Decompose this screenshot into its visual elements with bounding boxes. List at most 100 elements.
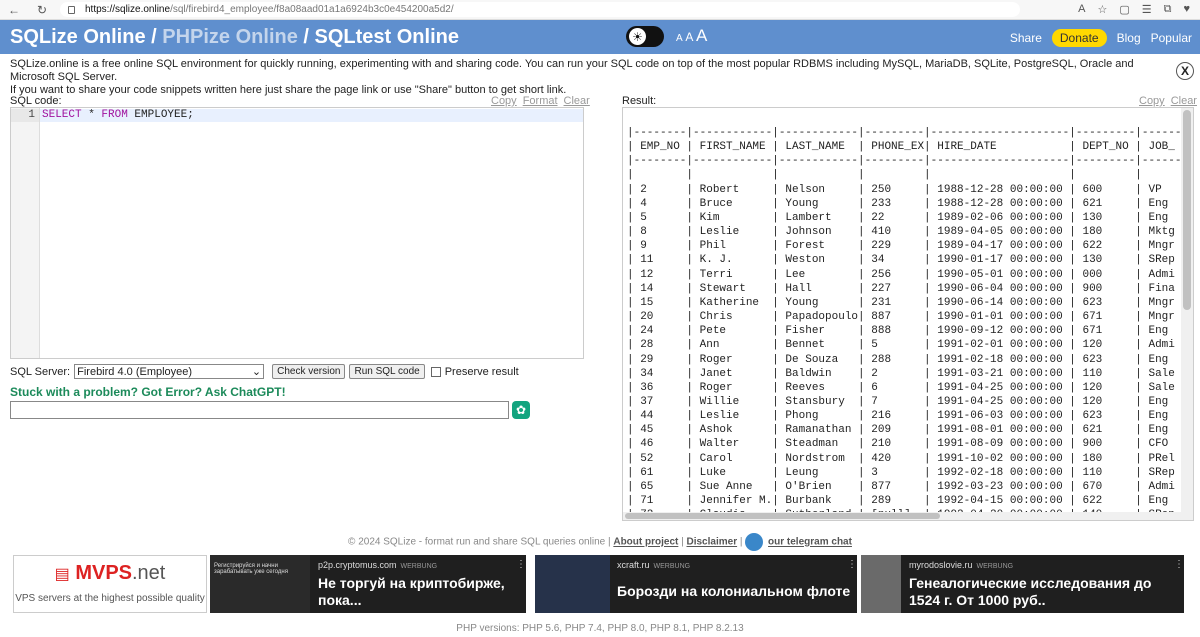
ad-source: p2p.cryptomus.com WERBUNG bbox=[318, 560, 438, 570]
sql-token: EMPLOYEE; bbox=[127, 109, 194, 121]
popular-link[interactable]: Popular bbox=[1151, 31, 1192, 45]
telegram-link[interactable]: our telegram chat bbox=[768, 537, 852, 548]
table-separator: |--------|------------|------------|----… bbox=[627, 127, 1182, 139]
table-row: | 8 | Leslie | Johnson | 410 | 1989-04-0… bbox=[627, 226, 1182, 239]
phpize-link[interactable]: PHPize Online bbox=[162, 26, 298, 48]
favorites-icon[interactable]: ☰ bbox=[1142, 3, 1152, 16]
address-bar[interactable]: https://sqlize.online/sql/firebird4_empl… bbox=[60, 2, 1020, 17]
font-small-button[interactable]: A bbox=[676, 33, 683, 44]
brand-separator: / bbox=[297, 25, 315, 48]
table-row: | 20 | Chris | Papadopoulo| 887 | 1990-0… bbox=[627, 311, 1182, 324]
extensions-icon[interactable]: ♥ bbox=[1183, 3, 1190, 16]
split-screen-icon[interactable]: ▢ bbox=[1119, 3, 1129, 16]
chatgpt-heading: Stuck with a problem? Got Error? Ask Cha… bbox=[10, 385, 286, 399]
ad-source: xcraft.ru WERBUNG bbox=[617, 560, 691, 570]
collections-icon[interactable]: ⧉ bbox=[1164, 3, 1172, 16]
mvps-logo: ▤ MVPS.net bbox=[54, 562, 166, 584]
browser-toolbar: ← ↻ https://sqlize.online/sql/firebird4_… bbox=[0, 0, 1200, 20]
ad-title: Генеалогические исследования до 1524 г. … bbox=[909, 575, 1152, 608]
copy-result-link[interactable]: Copy bbox=[1139, 95, 1165, 107]
share-link[interactable]: Share bbox=[1010, 31, 1042, 45]
chatgpt-icon[interactable]: ✿ bbox=[512, 401, 530, 419]
donate-button[interactable]: Donate bbox=[1051, 29, 1107, 47]
ad-thumbnail: Регистрируйся и начни зарабатывать уже с… bbox=[210, 555, 310, 613]
table-row: | 2 | Robert | Nelson | 250 | 1988-12-28… bbox=[627, 183, 1182, 196]
blog-link[interactable]: Blog bbox=[1117, 31, 1141, 45]
vertical-scrollbar[interactable] bbox=[1181, 108, 1193, 520]
telegram-icon bbox=[745, 533, 764, 551]
table-separator: |--------|------------|------------|----… bbox=[627, 155, 1182, 168]
back-arrow-icon[interactable]: ← bbox=[6, 3, 22, 17]
more-icon[interactable]: ⋮ bbox=[516, 559, 526, 570]
brand-separator: / bbox=[145, 25, 163, 48]
table-row: | 28 | Ann | Bennet | 5 | 1991-02-01 00:… bbox=[627, 339, 1182, 352]
more-icon[interactable]: ⋮ bbox=[1174, 559, 1184, 570]
sql-keyword: FROM bbox=[101, 109, 128, 121]
ad-cryptomus[interactable]: Регистрируйся и начни зарабатывать уже с… bbox=[210, 555, 526, 613]
result-table: |--------|------------|------------|----… bbox=[627, 126, 1182, 520]
url-path: /sql/firebird4_employee/f8a08aad01a1a692… bbox=[170, 4, 454, 15]
about-project-link[interactable]: About project bbox=[613, 537, 678, 548]
preserve-result-checkbox[interactable] bbox=[430, 366, 441, 377]
format-sql-link[interactable]: Format bbox=[523, 95, 558, 107]
result-panel[interactable]: |--------|------------|------------|----… bbox=[622, 107, 1194, 521]
table-row: | 34 | Janet | Baldwin | 2 | 1991-03-21 … bbox=[627, 367, 1182, 380]
code-line[interactable]: SELECT * FROM EMPLOYEE; bbox=[40, 109, 583, 122]
table-row: | 9 | Phil | Forest | 229 | 1989-04-17 0… bbox=[627, 240, 1182, 253]
ad-title: Не торгуй на криптобирже, пока... bbox=[318, 575, 505, 608]
close-intro-button[interactable]: X bbox=[1176, 62, 1194, 80]
footer: © 2024 SQLize - format run and share SQL… bbox=[0, 533, 1200, 551]
sql-editor[interactable]: 1 SELECT * FROM EMPLOYEE; bbox=[10, 107, 584, 359]
result-label: Result: bbox=[622, 95, 657, 107]
clear-sql-link[interactable]: Clear bbox=[564, 95, 590, 107]
table-row: | 71 | Jennifer M.| Burbank | 289 | 1992… bbox=[627, 495, 1182, 508]
ad-myrodoslovie[interactable]: myrodoslovie.ru WERBUNG Генеалогические и… bbox=[861, 555, 1184, 613]
table-row: | 11 | K. J. | Weston | 34 | 1990-01-17 … bbox=[627, 254, 1182, 267]
copy-sql-link[interactable]: Copy bbox=[491, 95, 517, 107]
sql-server-select[interactable]: Firebird 4.0 (Employee) ⌄ bbox=[74, 364, 265, 379]
more-icon[interactable]: ⋮ bbox=[847, 559, 857, 570]
line-gutter bbox=[11, 108, 40, 358]
ad-thumbnail bbox=[861, 555, 901, 613]
mvps-tagline: VPS servers at the highest possible qual… bbox=[15, 593, 205, 604]
table-row: | 24 | Pete | Fisher | 888 | 1990-09-12 … bbox=[627, 325, 1182, 338]
table-row: | 14 | Stewart | Hall | 227 | 1990-06-04… bbox=[627, 282, 1182, 295]
table-row: | 15 | Katherine | Young | 231 | 1990-06… bbox=[627, 296, 1182, 309]
ad-mvps[interactable]: ▤ MVPS.net VPS servers at the highest po… bbox=[13, 555, 207, 613]
chatgpt-input[interactable] bbox=[10, 401, 509, 419]
font-medium-button[interactable]: A bbox=[685, 30, 692, 44]
table-row: | 44 | Leslie | Phong | 216 | 1991-06-03… bbox=[627, 410, 1182, 423]
table-row: | 46 | Walter | Steadman | 210 | 1991-08… bbox=[627, 438, 1182, 451]
theme-toggle[interactable]: ☀ bbox=[626, 26, 664, 47]
sqlize-link[interactable]: SQLize Online bbox=[10, 26, 146, 48]
ad-xcraft[interactable]: xcraft.ru WERBUNG Борозди на колониальном… bbox=[535, 555, 857, 613]
preserve-result-label: Preserve result bbox=[444, 365, 519, 378]
intro-line-1: SQLize.online is a free online SQL envir… bbox=[10, 58, 1134, 83]
sql-keyword: SELECT bbox=[42, 109, 82, 121]
table-spacer: | | | | | | | bbox=[627, 169, 1182, 182]
table-row: | 12 | Terri | Lee | 256 | 1990-05-01 00… bbox=[627, 268, 1182, 281]
favorite-star-icon[interactable]: ☆ bbox=[1097, 3, 1107, 16]
horizontal-scrollbar[interactable] bbox=[623, 512, 1183, 520]
sql-server-selected: Firebird 4.0 (Employee) bbox=[77, 365, 193, 378]
clear-result-link[interactable]: Clear bbox=[1171, 95, 1197, 107]
read-aloud-icon[interactable]: A bbox=[1078, 3, 1085, 16]
font-large-button[interactable]: A bbox=[696, 26, 707, 45]
sun-icon: ☀ bbox=[629, 28, 646, 45]
run-sql-button[interactable]: Run SQL code bbox=[349, 364, 425, 379]
table-row: | 4 | Bruce | Young | 233 | 1988-12-28 0… bbox=[627, 197, 1182, 210]
site-brand: SQLize Online / PHPize Online / SQLtest … bbox=[0, 26, 459, 49]
table-row: | 36 | Roger | Reeves | 6 | 1991-04-25 0… bbox=[627, 381, 1182, 394]
refresh-icon[interactable]: ↻ bbox=[34, 3, 50, 17]
ad-source: myrodoslovie.ru WERBUNG bbox=[909, 560, 1014, 570]
font-size-controls: A A A bbox=[676, 26, 707, 46]
table-row: | 29 | Roger | De Souza | 288 | 1991-02-… bbox=[627, 353, 1182, 366]
sqltest-link[interactable]: SQLtest Online bbox=[315, 26, 459, 48]
table-row: | 52 | Carol | Nordstrom | 420 | 1991-10… bbox=[627, 452, 1182, 465]
ads-row: ▤ MVPS.net VPS servers at the highest po… bbox=[0, 555, 1200, 613]
disclaimer-link[interactable]: Disclaimer bbox=[687, 537, 738, 548]
check-version-button[interactable]: Check version bbox=[272, 364, 346, 379]
intro-text: SQLize.online is a free online SQL envir… bbox=[0, 54, 1150, 96]
sql-server-label: SQL Server: bbox=[10, 365, 71, 378]
header-nav: Share Donate Blog Popular bbox=[1010, 29, 1192, 47]
